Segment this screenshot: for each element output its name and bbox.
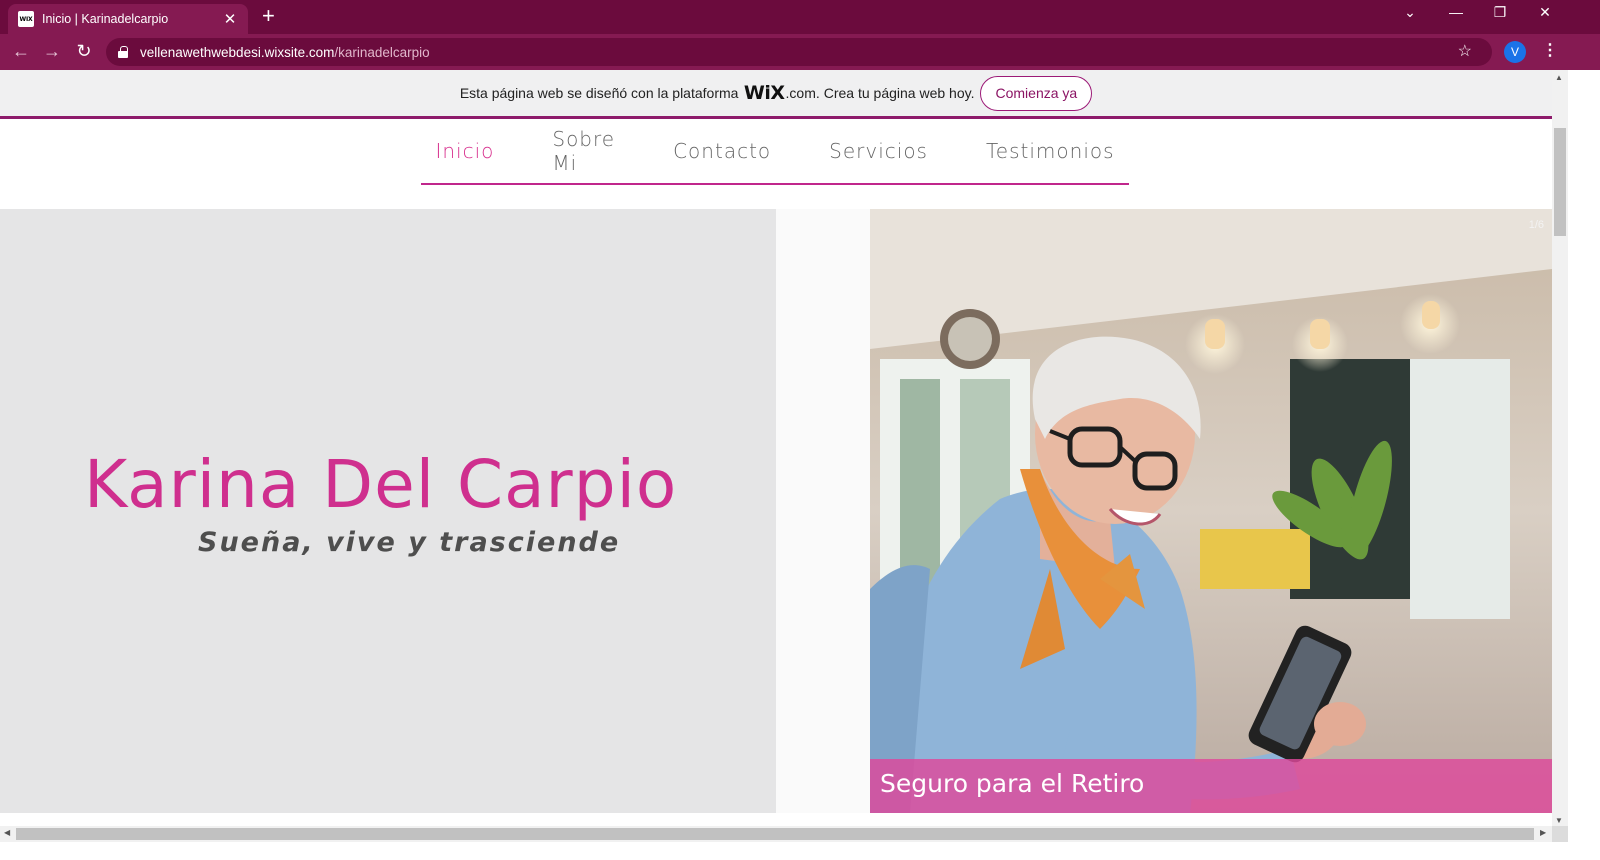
close-tab-icon[interactable]: ✕ [222, 10, 238, 28]
wix-logo[interactable]: WiX [744, 82, 785, 104]
banner-text-before: Esta página web se diseñó con la platafo… [459, 85, 739, 101]
menu-kebab-icon[interactable]: ⋮ [1542, 40, 1558, 60]
brand-name: Karina Del Carpio [84, 446, 678, 523]
wix-logo-suffix: .com. [785, 85, 820, 101]
vertical-scroll-thumb[interactable] [1554, 128, 1566, 236]
tab-strip: WIX Inicio | Karinadelcarpio ✕ + ⌄ — ❐ ✕ [0, 0, 1600, 34]
restore-icon[interactable]: ❐ [1477, 4, 1523, 21]
horizontal-scroll-thumb[interactable] [16, 828, 1534, 840]
slide-counter: 1/6 [1528, 219, 1544, 231]
nav-item-inicio[interactable]: Inicio [406, 139, 523, 163]
hero-gap [776, 209, 870, 813]
close-window-icon[interactable]: ✕ [1522, 4, 1568, 21]
nav-item-testimonios[interactable]: Testimonios [957, 139, 1144, 163]
horizontal-scrollbar[interactable]: ◀ ▶ [0, 826, 1552, 842]
lock-icon[interactable] [118, 46, 128, 58]
tab-title: Inicio | Karinadelcarpio [42, 12, 169, 26]
minimize-icon[interactable]: — [1433, 4, 1479, 20]
new-tab-icon[interactable]: + [262, 5, 275, 27]
hero-slideshow[interactable]: 1/6 Seguro para el Retiro [870, 209, 1552, 813]
forward-icon[interactable]: → [40, 41, 64, 62]
back-icon[interactable]: ← [9, 41, 33, 62]
bookmark-star-icon[interactable]: ☆ [1458, 41, 1472, 61]
brand-tagline: Sueña, vive y trasciende [198, 527, 621, 558]
nav-item-sobre-mi[interactable]: Sobre Mi [523, 127, 644, 175]
start-now-button[interactable]: Comienza ya [980, 75, 1093, 111]
window-bottom-edge [0, 842, 1600, 860]
scrollbar-corner [1552, 826, 1568, 842]
slide-photo [870, 209, 1552, 813]
wix-promo-banner: Esta página web se diseñó con la platafo… [0, 70, 1552, 119]
tab-search-icon[interactable]: ⌄ [1387, 4, 1433, 21]
nav-item-contacto[interactable]: Contacto [644, 139, 800, 163]
wix-favicon-icon: WIX [18, 11, 34, 27]
slide-caption-band: Seguro para el Retiro [870, 759, 1552, 813]
banner-text-after: Crea tu página web hoy. [823, 85, 975, 101]
browser-tab[interactable]: WIX Inicio | Karinadelcarpio ✕ [8, 4, 248, 34]
address-bar[interactable]: vellenawethwebdesi.wixsite.com /karinade… [106, 38, 1492, 66]
url-host: vellenawethwebdesi.wixsite.com [140, 44, 335, 60]
url-path: /karinadelcarpio [334, 44, 430, 60]
site-header: Inicio Sobre Mi Contacto Servicios Testi… [0, 119, 1552, 209]
nav-item-servicios[interactable]: Servicios [800, 139, 957, 163]
reload-icon[interactable]: ↻ [72, 41, 96, 62]
scroll-up-icon[interactable]: ▲ [1555, 73, 1563, 82]
profile-avatar[interactable]: V [1504, 41, 1526, 63]
slide-caption: Seguro para el Retiro [880, 769, 1145, 798]
toolbar: ← → ↻ vellenawethwebdesi.wixsite.com /ka… [0, 34, 1600, 70]
scroll-right-icon[interactable]: ▶ [1540, 828, 1546, 837]
scroll-left-icon[interactable]: ◀ [4, 828, 10, 837]
main-menu: Inicio Sobre Mi Contacto Servicios Testi… [421, 119, 1129, 185]
scroll-down-icon[interactable]: ▼ [1555, 816, 1563, 825]
vertical-scrollbar[interactable]: ▲ ▼ [1552, 70, 1568, 828]
